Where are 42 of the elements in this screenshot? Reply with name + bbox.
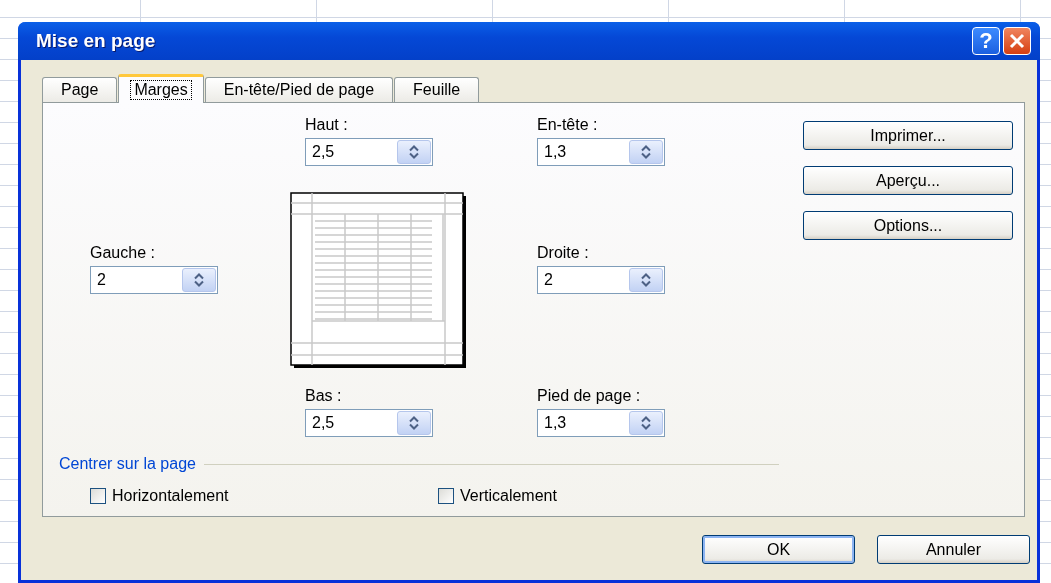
spin-field[interactable]: 2,5: [305, 409, 433, 437]
tab[interactable]: Feuille: [394, 77, 480, 102]
up-down-arrows-icon: [641, 273, 651, 287]
spin-button[interactable]: [397, 411, 431, 435]
tab[interactable]: En-tête/Pied de page: [204, 77, 394, 102]
checkbox-label: Horizontalement: [112, 487, 229, 505]
field-label: Bas :: [305, 387, 342, 405]
field-label: Droite :: [537, 244, 589, 262]
spin-field[interactable]: 2,5: [305, 138, 433, 166]
up-down-arrows-icon: [641, 145, 651, 159]
field-label: Haut :: [305, 116, 348, 134]
spin-button[interactable]: [629, 268, 663, 292]
up-down-arrows-icon: [409, 416, 419, 430]
dialog-button[interactable]: Annuler: [877, 535, 1030, 564]
close-icon: [1009, 33, 1025, 49]
spin-field[interactable]: 2: [90, 266, 218, 294]
close-button[interactable]: [1003, 27, 1031, 55]
spin-button[interactable]: [629, 140, 663, 164]
tab[interactable]: Page: [42, 77, 118, 102]
up-down-arrows-icon: [641, 416, 651, 430]
field-label: Gauche :: [90, 244, 155, 262]
side-button[interactable]: Options...: [803, 211, 1013, 240]
window-title: Mise en page: [36, 30, 157, 52]
checkbox-label: Verticalement: [460, 487, 557, 505]
spin-button[interactable]: [182, 268, 216, 292]
spin-button[interactable]: [629, 411, 663, 435]
help-button[interactable]: ?: [972, 27, 1000, 55]
spin-field[interactable]: 2: [537, 266, 665, 294]
dialog-button[interactable]: OK: [702, 535, 855, 564]
field-label: Pied de page :: [537, 387, 641, 405]
spin-field[interactable]: 1,3: [537, 409, 665, 437]
tab[interactable]: Marges: [118, 74, 204, 103]
checkbox[interactable]: [438, 488, 454, 504]
spin-button[interactable]: [397, 140, 431, 164]
up-down-arrows-icon: [409, 145, 419, 159]
side-button[interactable]: Aperçu...: [803, 166, 1013, 195]
up-down-arrows-icon: [194, 273, 204, 287]
field-label: En-tête :: [537, 116, 598, 134]
spin-field[interactable]: 1,3: [537, 138, 665, 166]
group-title: Centrer sur la page: [59, 455, 196, 473]
side-button[interactable]: Imprimer...: [803, 121, 1013, 150]
checkbox[interactable]: [90, 488, 106, 504]
